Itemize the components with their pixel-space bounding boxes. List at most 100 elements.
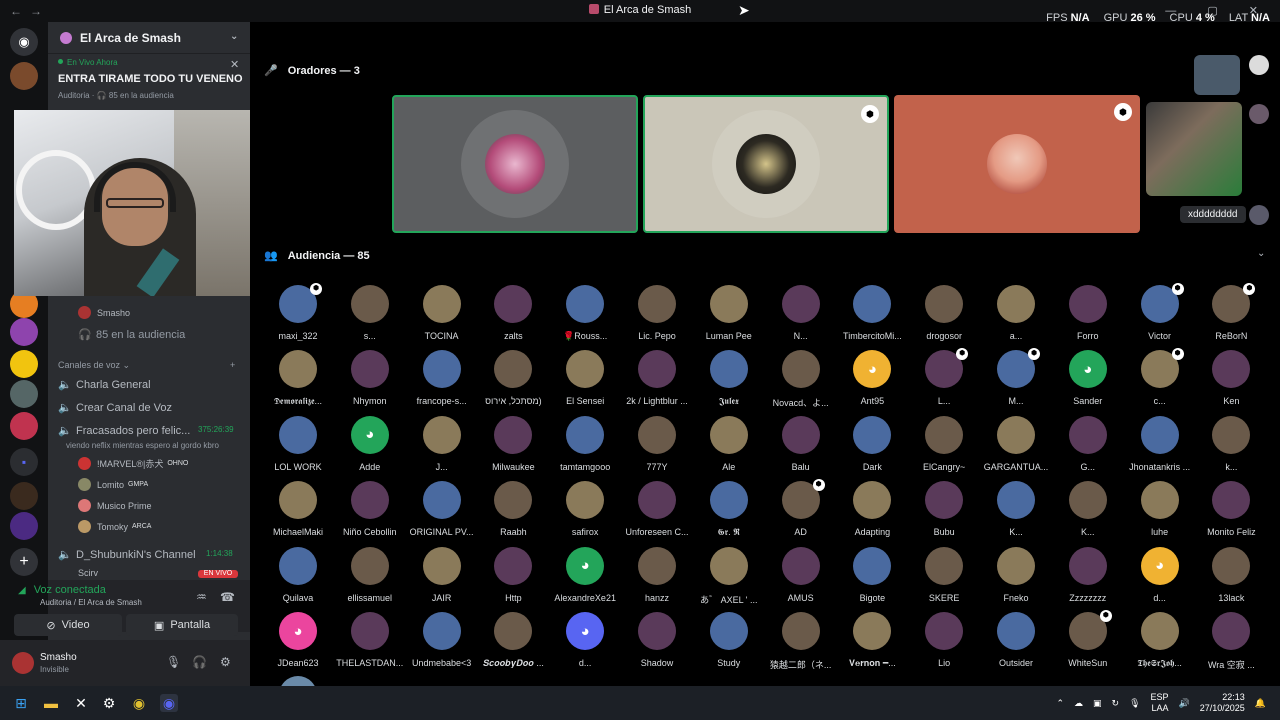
gear-icon[interactable]: ⚙ <box>220 655 231 669</box>
audience-member[interactable]: 🌹Rouss... <box>549 285 621 342</box>
disconnect-icon[interactable]: ☎ <box>220 590 235 604</box>
audience-member[interactable]: 𝑺𝒄𝒐𝒐𝒃𝒚𝑫𝒐𝒐 ... <box>477 612 549 669</box>
audience-member[interactable]: Ken <box>1195 350 1267 406</box>
audience-member[interactable]: ◕ Ant95 <box>836 350 908 406</box>
screen-share-button[interactable]: ▣ Pantalla <box>126 614 238 636</box>
audience-member[interactable]: luhe <box>1124 481 1196 537</box>
windows-start-icon[interactable]: ⊞ <box>12 694 30 712</box>
server-icon[interactable] <box>10 62 38 90</box>
audience-member[interactable]: ⬢ ReBorN <box>1195 283 1267 341</box>
audience-member[interactable]: 𝕲𝖗. 𝕽 <box>693 481 765 538</box>
notification-icon[interactable]: 🔔 <box>1255 698 1266 709</box>
audience-member[interactable]: 𝕵𝖚𝖑𝖊𝖝 <box>693 350 765 407</box>
channel-user[interactable]: LomitoGMPA⊘ <box>78 478 276 491</box>
audience-member[interactable]: Raabh <box>477 481 549 537</box>
channel-user[interactable]: !MARVEL®|赤犬OHNO⊘ <box>78 457 276 470</box>
audience-member[interactable]: Http <box>477 546 549 603</box>
audience-member[interactable]: Milwaukee <box>477 415 549 472</box>
audience-member[interactable]: safirox <box>549 481 621 537</box>
voice-channel[interactable]: 🔈 Fracasados pero felic... 375:26:39 <box>58 424 234 437</box>
audience-member[interactable]: ellissamuel <box>334 546 406 603</box>
audience-member[interactable]: k... <box>1195 415 1267 472</box>
audience-member[interactable]: TOCINA <box>406 285 478 341</box>
audience-member[interactable]: Quilava <box>262 546 334 603</box>
audience-member[interactable]: zalts <box>477 285 549 341</box>
audience-member[interactable]: Wra 空寂 ... <box>1195 612 1267 671</box>
audience-member[interactable]: ◕ Adde <box>334 415 406 472</box>
audience-member[interactable]: Forro <box>1052 285 1124 341</box>
microphone-icon[interactable]: 🎙 <box>1129 698 1140 709</box>
audience-member[interactable]: Novacd、よ... <box>765 350 837 409</box>
audience-member[interactable]: tamtamgooo <box>549 415 621 472</box>
avatar[interactable] <box>1249 104 1269 124</box>
discord-icon[interactable]: ◉ <box>160 694 178 712</box>
audience-member[interactable]: ⬢ M... <box>980 348 1052 406</box>
audience-member[interactable]: MichaelMaki <box>262 481 334 537</box>
audience-member[interactable]: あ゛ AXEL ' ... <box>693 546 765 606</box>
microphone-icon[interactable]: 🎙 <box>166 655 181 669</box>
audience-member[interactable]: ◕ Sander <box>1052 350 1124 406</box>
audience-member[interactable]: ⬢ Victor <box>1124 283 1196 341</box>
audience-member[interactable]: ◕ JDean623 <box>262 612 334 668</box>
audience-member[interactable]: s... <box>334 285 406 341</box>
voice-channel[interactable]: 🔈 Charla General <box>58 378 151 391</box>
avatar[interactable] <box>1249 55 1269 75</box>
speaker-tile[interactable]: ⬢ <box>894 95 1140 233</box>
headphones-icon[interactable]: 🎧 <box>192 655 207 669</box>
audience-member[interactable]: Niño Cebollin <box>334 481 406 537</box>
voice-channel[interactable]: 🔈 D_ShubunkiN's Channel 1:14:38 <box>58 548 233 561</box>
audience-member[interactable]: ⬢ maxi_322 <box>262 283 334 341</box>
add-channel-icon[interactable]: + <box>230 360 235 370</box>
server-icon[interactable] <box>10 412 38 440</box>
audience-member[interactable]: Nhymon <box>334 350 406 406</box>
audience-member[interactable]: Fneko <box>980 546 1052 603</box>
audience-member[interactable]: El Sensei <box>549 350 621 406</box>
audience-member[interactable]: ORIGINAL PV... <box>406 481 478 537</box>
channel-user[interactable]: TomokyARCA⊘ <box>78 520 276 533</box>
server-icon[interactable] <box>10 318 38 346</box>
chevron-up-icon[interactable]: ⌃ <box>1056 698 1064 709</box>
audience-member[interactable]: ◕ AlexandreXe21 <box>549 546 621 603</box>
audience-member[interactable]: Bigote <box>836 546 908 603</box>
audience-member[interactable]: Study <box>693 612 765 668</box>
audience-member[interactable]: SKERE <box>908 546 980 603</box>
noise-suppression-icon[interactable]: ♒ <box>196 590 207 604</box>
audience-member[interactable]: ⬢ c... <box>1124 348 1196 406</box>
sync-icon[interactable]: ↻ <box>1112 698 1120 709</box>
audience-member[interactable]: Lio <box>908 612 980 668</box>
audience-member[interactable]: 𝕿𝖍𝖊𝕾𝖗𝕵𝖔𝖍... <box>1124 612 1196 669</box>
audience-member[interactable]: ⬢ AD <box>765 479 837 537</box>
folder-icon[interactable]: ▪ <box>10 448 38 476</box>
audience-member[interactable]: Adapting <box>836 481 908 537</box>
audience-member[interactable]: ElCangry~ <box>908 415 980 472</box>
server-icon[interactable] <box>10 512 38 540</box>
language-indicator[interactable]: ESP LAA <box>1151 692 1169 714</box>
audience-member[interactable]: Zzzzzzzz <box>1052 546 1124 603</box>
channel-user[interactable]: Scirv <box>78 568 98 578</box>
audience-member[interactable]: K... <box>1052 481 1124 537</box>
audience-member[interactable]: drogosor <box>908 285 980 341</box>
server-icon[interactable] <box>10 380 38 408</box>
audience-member[interactable]: a... <box>980 285 1052 341</box>
audience-member[interactable]: Lic. Pepo <box>621 285 693 341</box>
audience-member[interactable]: Jhonatankris ... <box>1124 415 1196 472</box>
audience-member[interactable]: מסתכל, אירוס) <box>477 350 549 406</box>
app-icon[interactable]: ⚙ <box>100 694 118 712</box>
audience-member[interactable]: 猿越二郎（ネ... <box>765 612 837 671</box>
audience-member[interactable]: Balu <box>765 415 837 472</box>
audience-member[interactable]: 2k / Lightblur ... <box>621 350 693 406</box>
speaker-tile[interactable]: ⬢ <box>643 95 889 233</box>
audience-member[interactable]: Dark <box>836 415 908 472</box>
audience-member[interactable]: AMUS <box>765 546 837 603</box>
voice-channel[interactable]: 🔈 Crear Canal de Voz <box>58 401 172 414</box>
speaker-thumbnail[interactable] <box>1146 102 1242 196</box>
audience-member[interactable]: ◕ d... <box>549 612 621 668</box>
add-server-icon[interactable]: + <box>10 548 38 576</box>
audience-member[interactable]: Shadow <box>621 612 693 668</box>
volume-icon[interactable]: 🔊 <box>1179 698 1190 709</box>
close-icon[interactable]: ✕ <box>230 58 239 71</box>
audience-member[interactable]: ⬢ WhiteSun <box>1052 610 1124 668</box>
audience-member[interactable]: francope-s... <box>406 350 478 406</box>
file-explorer-icon[interactable]: ▬ <box>42 694 60 712</box>
server-icon[interactable] <box>10 350 38 378</box>
